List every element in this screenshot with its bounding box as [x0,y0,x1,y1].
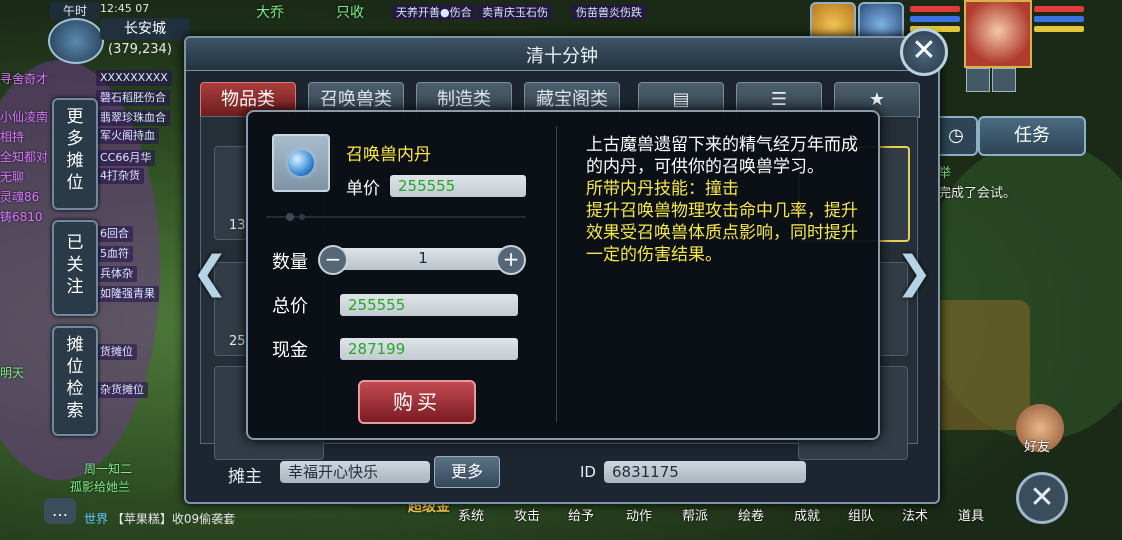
slot-count: 25 [229,334,246,349]
player-name[interactable]: 孤影给她兰 [70,478,130,495]
top-banner-5[interactable]: 伤苗兽炎伤跌 [572,4,646,20]
top-banner-1[interactable]: 大乔 [256,2,284,22]
hp-bar [910,6,960,12]
id-label: ID [580,463,596,481]
stall-label[interactable]: 兵体杂 [96,266,137,282]
more-stalls-tab[interactable]: 更多摊位 [52,98,98,210]
ornament-divider [266,213,526,221]
total-price-label: 总价 [272,296,308,317]
stall-label[interactable]: 4打杂货 [96,168,144,184]
buy-button[interactable]: 购买 [358,380,476,424]
cash-field: 287199 [340,338,518,360]
owner-label: 摊主 [228,467,262,487]
player-name[interactable]: 无聊 [0,168,24,185]
close-icon[interactable]: ✕ [1016,472,1068,524]
followed-tab[interactable]: 已关注 [52,220,98,316]
player-name[interactable]: 小仙凌南 [0,108,48,125]
unit-price-field: 255555 [390,175,526,197]
player-name[interactable]: 铸6810 [0,208,43,225]
item-name: 召唤兽内丹 [346,145,431,165]
city-name[interactable]: 长安城 [100,18,190,40]
scene-incense-burner [930,300,1030,430]
stall-search-tab[interactable]: 摊位检索 [52,326,98,436]
stall-label[interactable]: 货摊位 [96,344,137,360]
top-banner-2[interactable]: 只收 [336,2,364,22]
menu-team[interactable]: 组队 [848,505,874,524]
item-description: 上古魔兽遗留下来的精气经万年而成的内丹，可供你的召唤兽学习。 所带内丹技能：撞击… [586,134,866,266]
chat-bubble-icon[interactable]: … [44,498,76,524]
more-button[interactable]: 更多 [434,456,500,488]
menu-action[interactable]: 动作 [626,505,652,524]
menu-items[interactable]: 道具 [958,505,984,524]
menu-guild[interactable]: 帮派 [682,505,708,524]
notice-text: 完成了会试。 [938,186,1017,201]
player-name[interactable]: 周一知二 [84,460,132,477]
next-page-arrow-icon[interactable]: ❯ [894,244,934,302]
stall-search-label: 摊位检索 [66,335,84,421]
prev-page-arrow-icon[interactable]: ❮ [190,244,230,302]
player-name[interactable]: 明天 [0,364,24,381]
quantity-value[interactable]: 1 [398,249,448,267]
description-text: 上古魔兽遗留下来的精气经万年而成的内丹，可供你的召唤兽学习。 [586,135,858,177]
quantity-label: 数量 [272,252,308,273]
player-name[interactable]: 灵魂86 [0,188,39,205]
plus-icon[interactable]: + [496,245,526,275]
pet-core-icon [272,134,330,192]
player-hp-bar [1034,6,1084,12]
player-sp-bar [1034,26,1084,32]
minimap[interactable] [48,18,104,64]
stall-label[interactable]: CC66月华 [96,150,156,166]
stall-label[interactable]: 6回合 [96,226,133,242]
stall-label[interactable]: 翡翠珍珠血合 [96,110,170,126]
purchase-popup: 召唤兽内丹 单价 255555 数量 − 1 + 总价 255555 现金 28… [246,110,880,440]
top-banner-3[interactable]: 天养开善●伤合 [392,4,476,20]
total-price-field: 255555 [340,294,518,316]
popup-divider [556,126,557,422]
slot-count: 13 [229,218,246,233]
menu-scroll[interactable]: 绘卷 [738,505,764,524]
world-chat-line[interactable]: 世界 【苹果糕】收09偷袭套 [84,510,235,527]
menu-magic[interactable]: 法术 [902,505,928,524]
buff-icon[interactable] [992,68,1016,92]
world-chat-message: 【苹果糕】收09偷袭套 [111,512,236,526]
stall-label[interactable]: 如隆强青果 [96,286,159,302]
player-coordinates: (379,234) [108,42,172,57]
top-banner-4[interactable]: 卖青庆玉石伤 [478,4,552,20]
cash-label: 现金 [272,340,308,361]
player-mp-bar [1034,16,1084,22]
stall-title: 清十分钟 [526,46,598,67]
world-channel-tag: 世界 [84,512,109,526]
stall-label[interactable]: 杂货摊位 [96,382,148,398]
more-stalls-label: 更多摊位 [66,107,84,193]
stall-title-bar: 清十分钟 [186,38,938,71]
menu-give[interactable]: 给予 [568,505,594,524]
stall-label[interactable]: XXXXXXXXX [96,70,172,86]
menu-achievement[interactable]: 成就 [794,505,820,524]
player-name[interactable]: 全知都对 [0,148,48,165]
stall-label[interactable]: 磬石稻胚伤合 [96,90,170,106]
owner-name-field: 幸福开心快乐 [280,461,430,483]
stall-id-field: 6831175 [604,461,806,483]
stall-close-icon[interactable]: ✕ [900,28,948,76]
clock-icon[interactable]: ◷ [934,116,978,156]
player-name[interactable]: 相持 [0,128,24,145]
task-button[interactable]: 任务 [978,116,1086,156]
mp-bar [910,16,960,22]
friend-label: 好友 [1024,440,1051,455]
buff-icon[interactable] [966,68,990,92]
menu-attack[interactable]: 攻击 [514,505,540,524]
player-name[interactable]: 寻舍奇才 [0,70,48,87]
stall-label[interactable]: 5血符 [96,246,133,262]
skill-description-text: 所带内丹技能：撞击 提升召唤兽物理攻击命中几率，提升效果受召唤兽体质点影响，同时… [586,179,858,265]
menu-system[interactable]: 系统 [458,505,484,524]
clock-text: 12:45 07 [100,2,150,15]
unit-price-label: 单价 [346,179,380,199]
minus-icon[interactable]: − [318,245,348,275]
player-portrait[interactable] [964,0,1032,68]
followed-label: 已关注 [66,233,84,297]
stall-label[interactable]: 军火阁持血 [96,128,159,144]
